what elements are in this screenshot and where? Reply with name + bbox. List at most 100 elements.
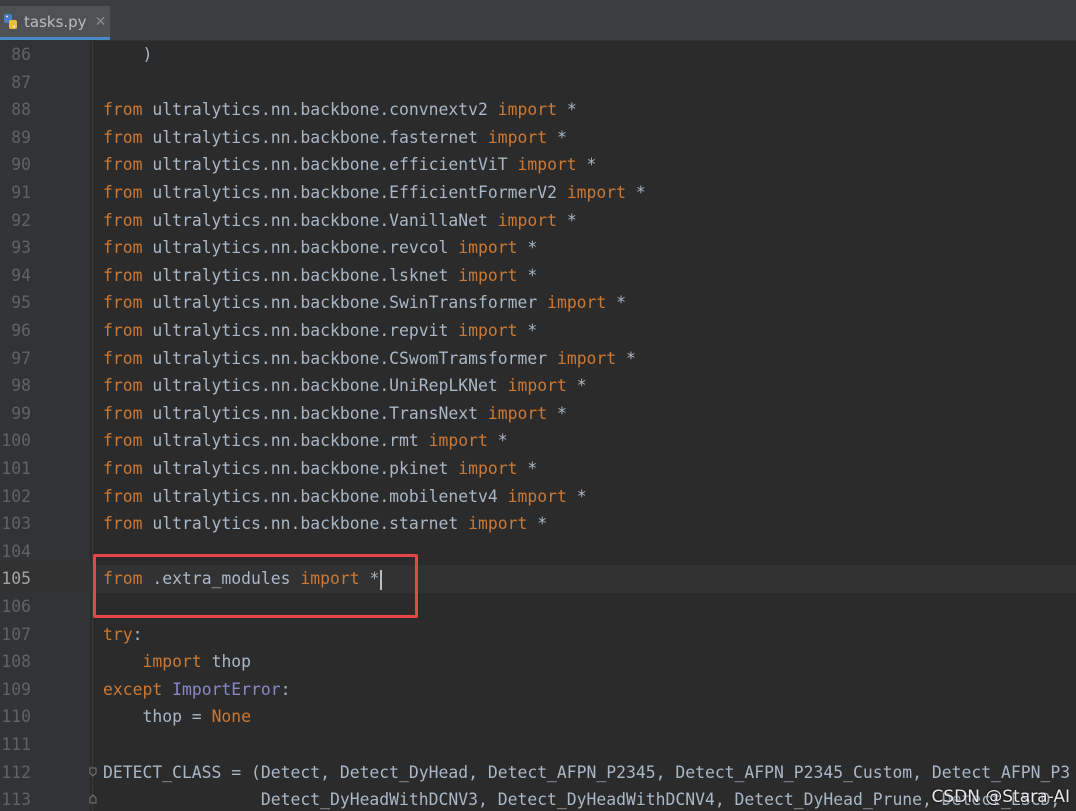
line-number: 107 (1, 624, 31, 644)
code-text: from ultralytics.nn.backbone.pkinet impo… (103, 455, 537, 483)
code-text: from ultralytics.nn.backbone.repvit impo… (103, 317, 537, 345)
code-line[interactable]: 110 thop = None (0, 703, 1076, 731)
text-token: ultralytics.nn.backbone.pkinet (142, 459, 459, 478)
keyword-token: try (103, 624, 133, 644)
code-text: from ultralytics.nn.backbone.SwinTransfo… (103, 289, 626, 317)
code-line[interactable]: 91 from ultralytics.nn.backbone.Efficient… (0, 179, 1076, 207)
tab-tasks-py[interactable]: tasks.py ✕ (0, 6, 110, 40)
code-line[interactable]: 92 from ultralytics.nn.backbone.VanillaNe… (0, 207, 1076, 235)
line-number: 104 (1, 541, 31, 561)
fold-marker-icon[interactable] (89, 767, 97, 777)
keyword-token: import (497, 100, 557, 120)
code-line[interactable]: 98 from ultralytics.nn.backbone.UniRepLKN… (0, 372, 1076, 400)
text-token: ultralytics.nn.backbone.efficientViT (142, 155, 518, 175)
editor-tab-bar: tasks.py ✕ (0, 0, 1076, 41)
code-line[interactable]: 106 (0, 593, 1076, 621)
code-line[interactable]: 96 from ultralytics.nn.backbone.repvit im… (0, 317, 1076, 345)
code-text: from ultralytics.nn.backbone.EfficientFo… (103, 179, 646, 207)
text-token: * (556, 100, 577, 120)
line-number: 95 (11, 293, 31, 313)
code-line[interactable]: 104 (0, 538, 1076, 566)
keyword-token: from (103, 569, 143, 589)
line-number: 101 (1, 459, 31, 478)
code-line[interactable]: 101 from ultralytics.nn.backbone.pkinet i… (0, 455, 1076, 483)
close-icon[interactable]: ✕ (95, 14, 107, 30)
keyword-token: import (458, 265, 518, 285)
line-number: 111 (1, 735, 31, 754)
watermark: CSDN @Stara-AI (931, 787, 1070, 807)
code-text: thop = None (103, 703, 251, 731)
text-token: ) (103, 45, 153, 64)
text-token: * (576, 155, 597, 175)
code-line[interactable]: 93 from ultralytics.nn.backbone.revcol im… (0, 234, 1076, 262)
keyword-token: from (103, 486, 143, 506)
fold-marker-icon[interactable] (89, 794, 97, 804)
text-token: * (517, 238, 538, 258)
line-number: 92 (11, 210, 31, 230)
keyword-token: from (103, 348, 143, 368)
code-text: from ultralytics.nn.backbone.lsknet impo… (103, 262, 537, 290)
line-number: 100 (1, 431, 31, 451)
code-text: ) (103, 41, 152, 69)
class-token: ImportError (172, 679, 281, 699)
keyword-token: import (458, 459, 518, 478)
code-line[interactable]: 86 ) (0, 41, 1076, 69)
keyword-token: from (103, 265, 143, 285)
code-line[interactable]: 100 from ultralytics.nn.backbone.rmt impo… (0, 427, 1076, 455)
code-line[interactable]: 103 from ultralytics.nn.backbone.starnet … (0, 510, 1076, 538)
code-line[interactable]: 105 from .extra_modules import * (0, 565, 1076, 593)
code-text: from ultralytics.nn.backbone.rmt import … (103, 427, 508, 455)
code-line[interactable]: 95 from ultralytics.nn.backbone.SwinTrans… (0, 289, 1076, 317)
code-line[interactable]: 107 try: (0, 621, 1076, 649)
line-number: 93 (11, 238, 31, 258)
line-number: 110 (1, 707, 31, 727)
keyword-token: import (507, 486, 567, 506)
text-token: * (487, 431, 508, 451)
keyword-token: import (556, 348, 617, 368)
code-line[interactable]: 97 from ultralytics.nn.backbone.CSwomTram… (0, 345, 1076, 373)
tab-label: tasks.py (24, 12, 87, 31)
text-caret (380, 569, 383, 590)
code-line[interactable]: 94 from ultralytics.nn.backbone.lsknet im… (0, 262, 1076, 290)
keyword-token: from (103, 155, 143, 175)
code-line[interactable]: 102 from ultralytics.nn.backbone.mobilene… (0, 483, 1076, 511)
keyword-token: import (458, 321, 518, 340)
code-line[interactable]: 89 from ultralytics.nn.backbone.fasternet… (0, 124, 1076, 152)
text-token: ultralytics.nn.backbone.starnet (142, 514, 469, 534)
text-token: ultralytics.nn.backbone.TransNext (142, 403, 488, 423)
code-line[interactable]: 109 except ImportError: (0, 676, 1076, 704)
line-number: 109 (1, 679, 31, 699)
text-token: * (547, 403, 567, 423)
code-text: from ultralytics.nn.backbone.starnet imp… (103, 510, 547, 538)
code-line[interactable]: 112 DETECT_CLASS = (Detect, Detect_DyHead… (0, 759, 1076, 787)
line-number: 90 (11, 155, 31, 175)
line-number: 88 (11, 100, 31, 120)
keyword-token: import (300, 569, 360, 589)
text-token: * (606, 293, 627, 313)
keyword-token: from (103, 293, 143, 313)
code-line[interactable]: 99 from ultralytics.nn.backbone.TransNext… (0, 400, 1076, 428)
code-line[interactable]: 108 import thop (0, 648, 1076, 676)
code-line[interactable]: 111 (0, 731, 1076, 759)
keyword-token: import (458, 238, 518, 258)
keyword-token: import (507, 376, 567, 396)
code-text: Detect_DyHeadWithDCNV3, Detect_DyHeadWit… (103, 786, 1060, 811)
keyword-token: from (103, 210, 143, 230)
code-line[interactable]: 87 (0, 69, 1076, 97)
code-line[interactable]: 113 Detect_DyHeadWithDCNV3, Detect_DyHea… (0, 786, 1076, 811)
line-number: 89 (11, 127, 31, 147)
keyword-token: import (142, 652, 202, 672)
text-token: ultralytics.nn.backbone.mobilenetv4 (142, 486, 508, 506)
code-text: from ultralytics.nn.backbone.convnextv2 … (103, 96, 577, 124)
code-line[interactable]: 88 from ultralytics.nn.backbone.convnextv… (0, 96, 1076, 124)
text-token: ultralytics.nn.backbone.fasternet (142, 127, 488, 147)
code-text: from ultralytics.nn.backbone.CSwomTramsf… (103, 345, 636, 373)
code-line[interactable]: 90 from ultralytics.nn.backbone.efficient… (0, 151, 1076, 179)
line-number: 106 (1, 597, 31, 616)
keyword-token: import (566, 183, 627, 202)
line-number: 99 (11, 403, 31, 423)
code-editor[interactable]: 86 ) 87 88 from ultralytics.nn.backbone.con… (0, 41, 1076, 811)
keyword-token: import (468, 514, 528, 534)
keyword-token: import (487, 127, 548, 147)
